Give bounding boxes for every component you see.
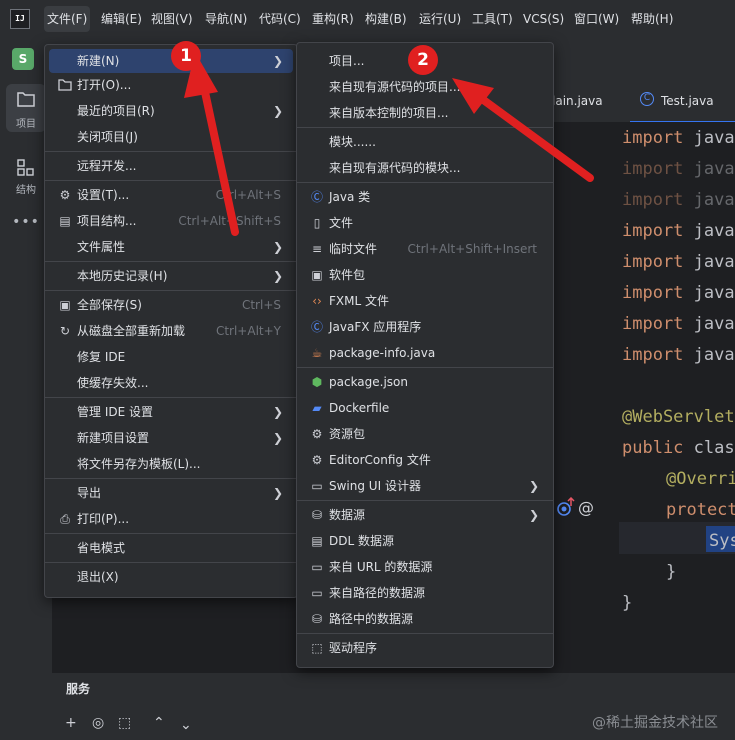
step-badge-2: 2 — [408, 45, 438, 75]
arrow-2 — [452, 78, 594, 182]
annotation-arrows — [184, 52, 594, 236]
watermark: @稀土掘金技术社区 — [592, 715, 718, 731]
arrow-1 — [184, 52, 239, 236]
step-badge-1: 1 — [171, 41, 201, 71]
